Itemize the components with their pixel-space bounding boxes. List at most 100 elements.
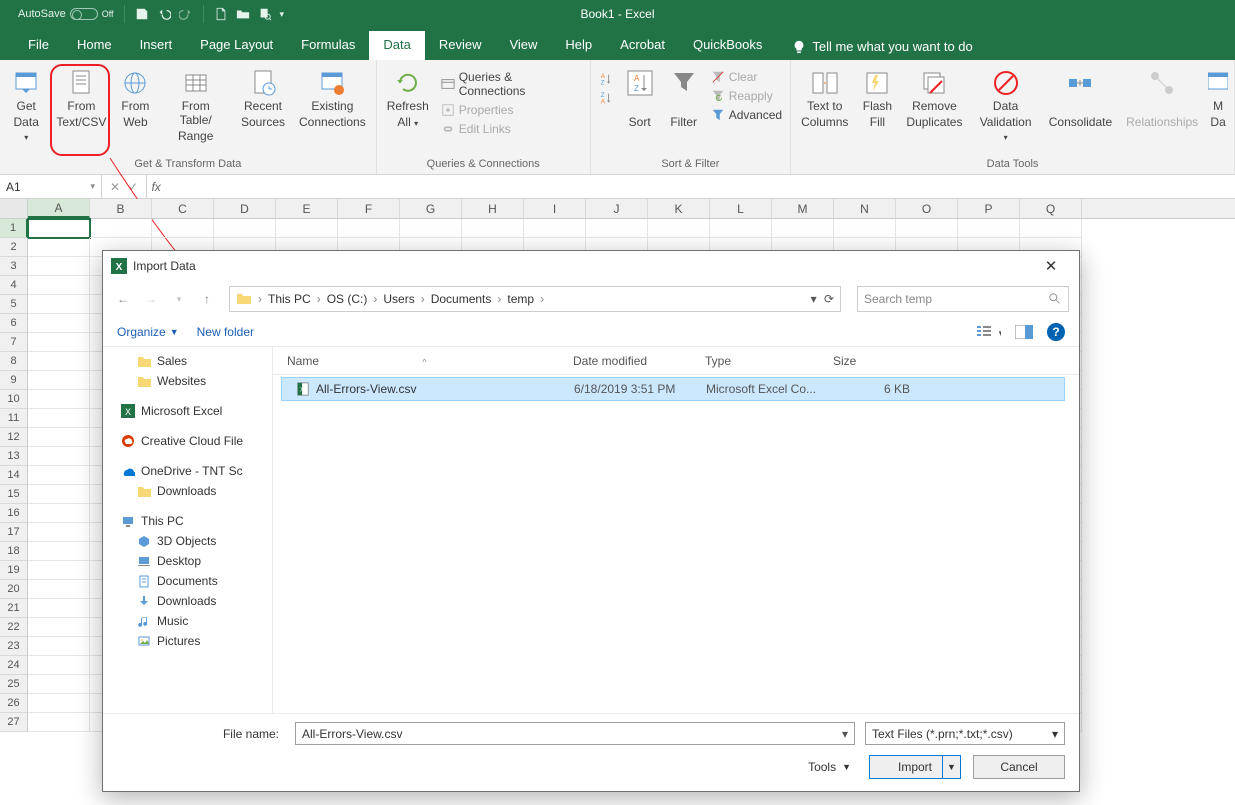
row-header[interactable]: 25 xyxy=(0,675,28,694)
forward-button[interactable]: → xyxy=(141,289,161,309)
tree-item[interactable]: OneDrive - TNT Sc xyxy=(103,461,272,481)
row-header[interactable]: 15 xyxy=(0,485,28,504)
cell[interactable] xyxy=(1020,219,1082,238)
cell[interactable] xyxy=(276,219,338,238)
redo-icon[interactable] xyxy=(179,7,193,21)
refresh-icon[interactable]: ⟳ xyxy=(824,292,834,306)
recent-sources-button[interactable]: RecentSources xyxy=(237,64,289,134)
cell[interactable] xyxy=(28,257,90,276)
tree-item[interactable]: XMicrosoft Excel xyxy=(103,401,272,421)
cell[interactable] xyxy=(338,219,400,238)
tree-item[interactable]: Creative Cloud File xyxy=(103,431,272,451)
data-validation-button[interactable]: DataValidation ▾ xyxy=(972,64,1038,147)
tab-data[interactable]: Data xyxy=(369,31,424,60)
column-header[interactable]: G xyxy=(400,199,462,218)
column-header[interactable]: N xyxy=(834,199,896,218)
cell[interactable] xyxy=(524,219,586,238)
tab-home[interactable]: Home xyxy=(63,31,126,60)
column-header[interactable]: E xyxy=(276,199,338,218)
cell[interactable] xyxy=(90,219,152,238)
cell[interactable] xyxy=(28,542,90,561)
organize-menu[interactable]: Organize▼ xyxy=(117,325,179,339)
new-file-icon[interactable] xyxy=(214,7,228,21)
column-header[interactable]: M xyxy=(772,199,834,218)
open-icon[interactable] xyxy=(236,7,250,21)
file-list[interactable]: Name ^ Date modified Type Size X All-Err… xyxy=(273,347,1079,713)
row-header[interactable]: 10 xyxy=(0,390,28,409)
undo-icon[interactable] xyxy=(157,7,171,21)
import-button[interactable]: Import▼ xyxy=(869,755,961,779)
cancel-button[interactable]: Cancel xyxy=(973,755,1065,779)
row-header[interactable]: 19 xyxy=(0,561,28,580)
column-header[interactable]: K xyxy=(648,199,710,218)
cell[interactable] xyxy=(28,219,90,238)
fx-icon[interactable]: fx xyxy=(147,175,165,198)
row-header[interactable]: 5 xyxy=(0,295,28,314)
tell-me-input[interactable]: Tell me what you want to do xyxy=(782,33,982,60)
tree-item[interactable]: Desktop xyxy=(103,551,272,571)
close-button[interactable]: ✕ xyxy=(1031,252,1071,280)
row-header[interactable]: 7 xyxy=(0,333,28,352)
filetype-select[interactable]: Text Files (*.prn;*.txt;*.csv)▾ xyxy=(865,722,1065,745)
tab-insert[interactable]: Insert xyxy=(126,31,187,60)
cell[interactable] xyxy=(772,219,834,238)
row-header[interactable]: 4 xyxy=(0,276,28,295)
search-input[interactable]: Search temp xyxy=(857,286,1069,312)
formula-input[interactable] xyxy=(165,175,1235,198)
cell[interactable] xyxy=(28,599,90,618)
m-da-button[interactable]: MDa xyxy=(1208,64,1228,134)
row-header[interactable]: 17 xyxy=(0,523,28,542)
row-header[interactable]: 3 xyxy=(0,257,28,276)
help-icon[interactable]: ? xyxy=(1047,323,1065,341)
tree-item[interactable]: 3D Objects xyxy=(103,531,272,551)
breadcrumb-item[interactable]: temp xyxy=(507,292,534,306)
column-header[interactable]: I xyxy=(524,199,586,218)
cell[interactable] xyxy=(152,219,214,238)
column-header[interactable]: D xyxy=(214,199,276,218)
cell[interactable] xyxy=(648,219,710,238)
flash-fill-button[interactable]: FlashFill xyxy=(858,64,896,134)
from-table-range-button[interactable]: From Table/Range xyxy=(160,64,231,147)
cell[interactable] xyxy=(28,428,90,447)
cell[interactable] xyxy=(28,675,90,694)
cell[interactable] xyxy=(28,485,90,504)
up-button[interactable]: ↑ xyxy=(197,289,217,309)
column-header[interactable]: B xyxy=(90,199,152,218)
from-web-button[interactable]: FromWeb xyxy=(116,64,154,134)
column-header[interactable]: O xyxy=(896,199,958,218)
tab-page-layout[interactable]: Page Layout xyxy=(186,31,287,60)
breadcrumb-item[interactable]: Users xyxy=(383,292,414,306)
cell[interactable] xyxy=(834,219,896,238)
tab-formulas[interactable]: Formulas xyxy=(287,31,369,60)
row-header[interactable]: 20 xyxy=(0,580,28,599)
address-dropdown-icon[interactable]: ▾ xyxy=(811,292,817,306)
file-row[interactable]: X All-Errors-View.csv 6/18/2019 3:51 PM … xyxy=(281,377,1065,401)
row-header[interactable]: 27 xyxy=(0,713,28,732)
cell[interactable] xyxy=(28,523,90,542)
select-all-button[interactable] xyxy=(0,199,28,218)
cell[interactable] xyxy=(28,409,90,428)
consolidate-button[interactable]: Consolidate xyxy=(1045,64,1116,134)
row-header[interactable]: 9 xyxy=(0,371,28,390)
row-header[interactable]: 26 xyxy=(0,694,28,713)
tree-item[interactable]: Documents xyxy=(103,571,272,591)
column-header[interactable]: Q xyxy=(1020,199,1082,218)
row-header[interactable]: 6 xyxy=(0,314,28,333)
tree-item[interactable]: Downloads xyxy=(103,481,272,501)
filter-button[interactable]: Filter xyxy=(665,64,703,134)
row-header[interactable]: 22 xyxy=(0,618,28,637)
row-header[interactable]: 14 xyxy=(0,466,28,485)
cell[interactable] xyxy=(462,219,524,238)
view-mode-button[interactable]: ▼ xyxy=(977,324,1001,340)
tab-acrobat[interactable]: Acrobat xyxy=(606,31,679,60)
tab-view[interactable]: View xyxy=(495,31,551,60)
get-data-button[interactable]: GetData ▾ xyxy=(6,64,46,147)
cell[interactable] xyxy=(896,219,958,238)
tree-item[interactable]: Pictures xyxy=(103,631,272,651)
column-header[interactable]: P xyxy=(958,199,1020,218)
column-header[interactable]: C xyxy=(152,199,214,218)
tree-item[interactable]: Sales xyxy=(103,351,272,371)
cell[interactable] xyxy=(214,219,276,238)
tree-item[interactable]: Downloads xyxy=(103,591,272,611)
row-header[interactable]: 13 xyxy=(0,447,28,466)
